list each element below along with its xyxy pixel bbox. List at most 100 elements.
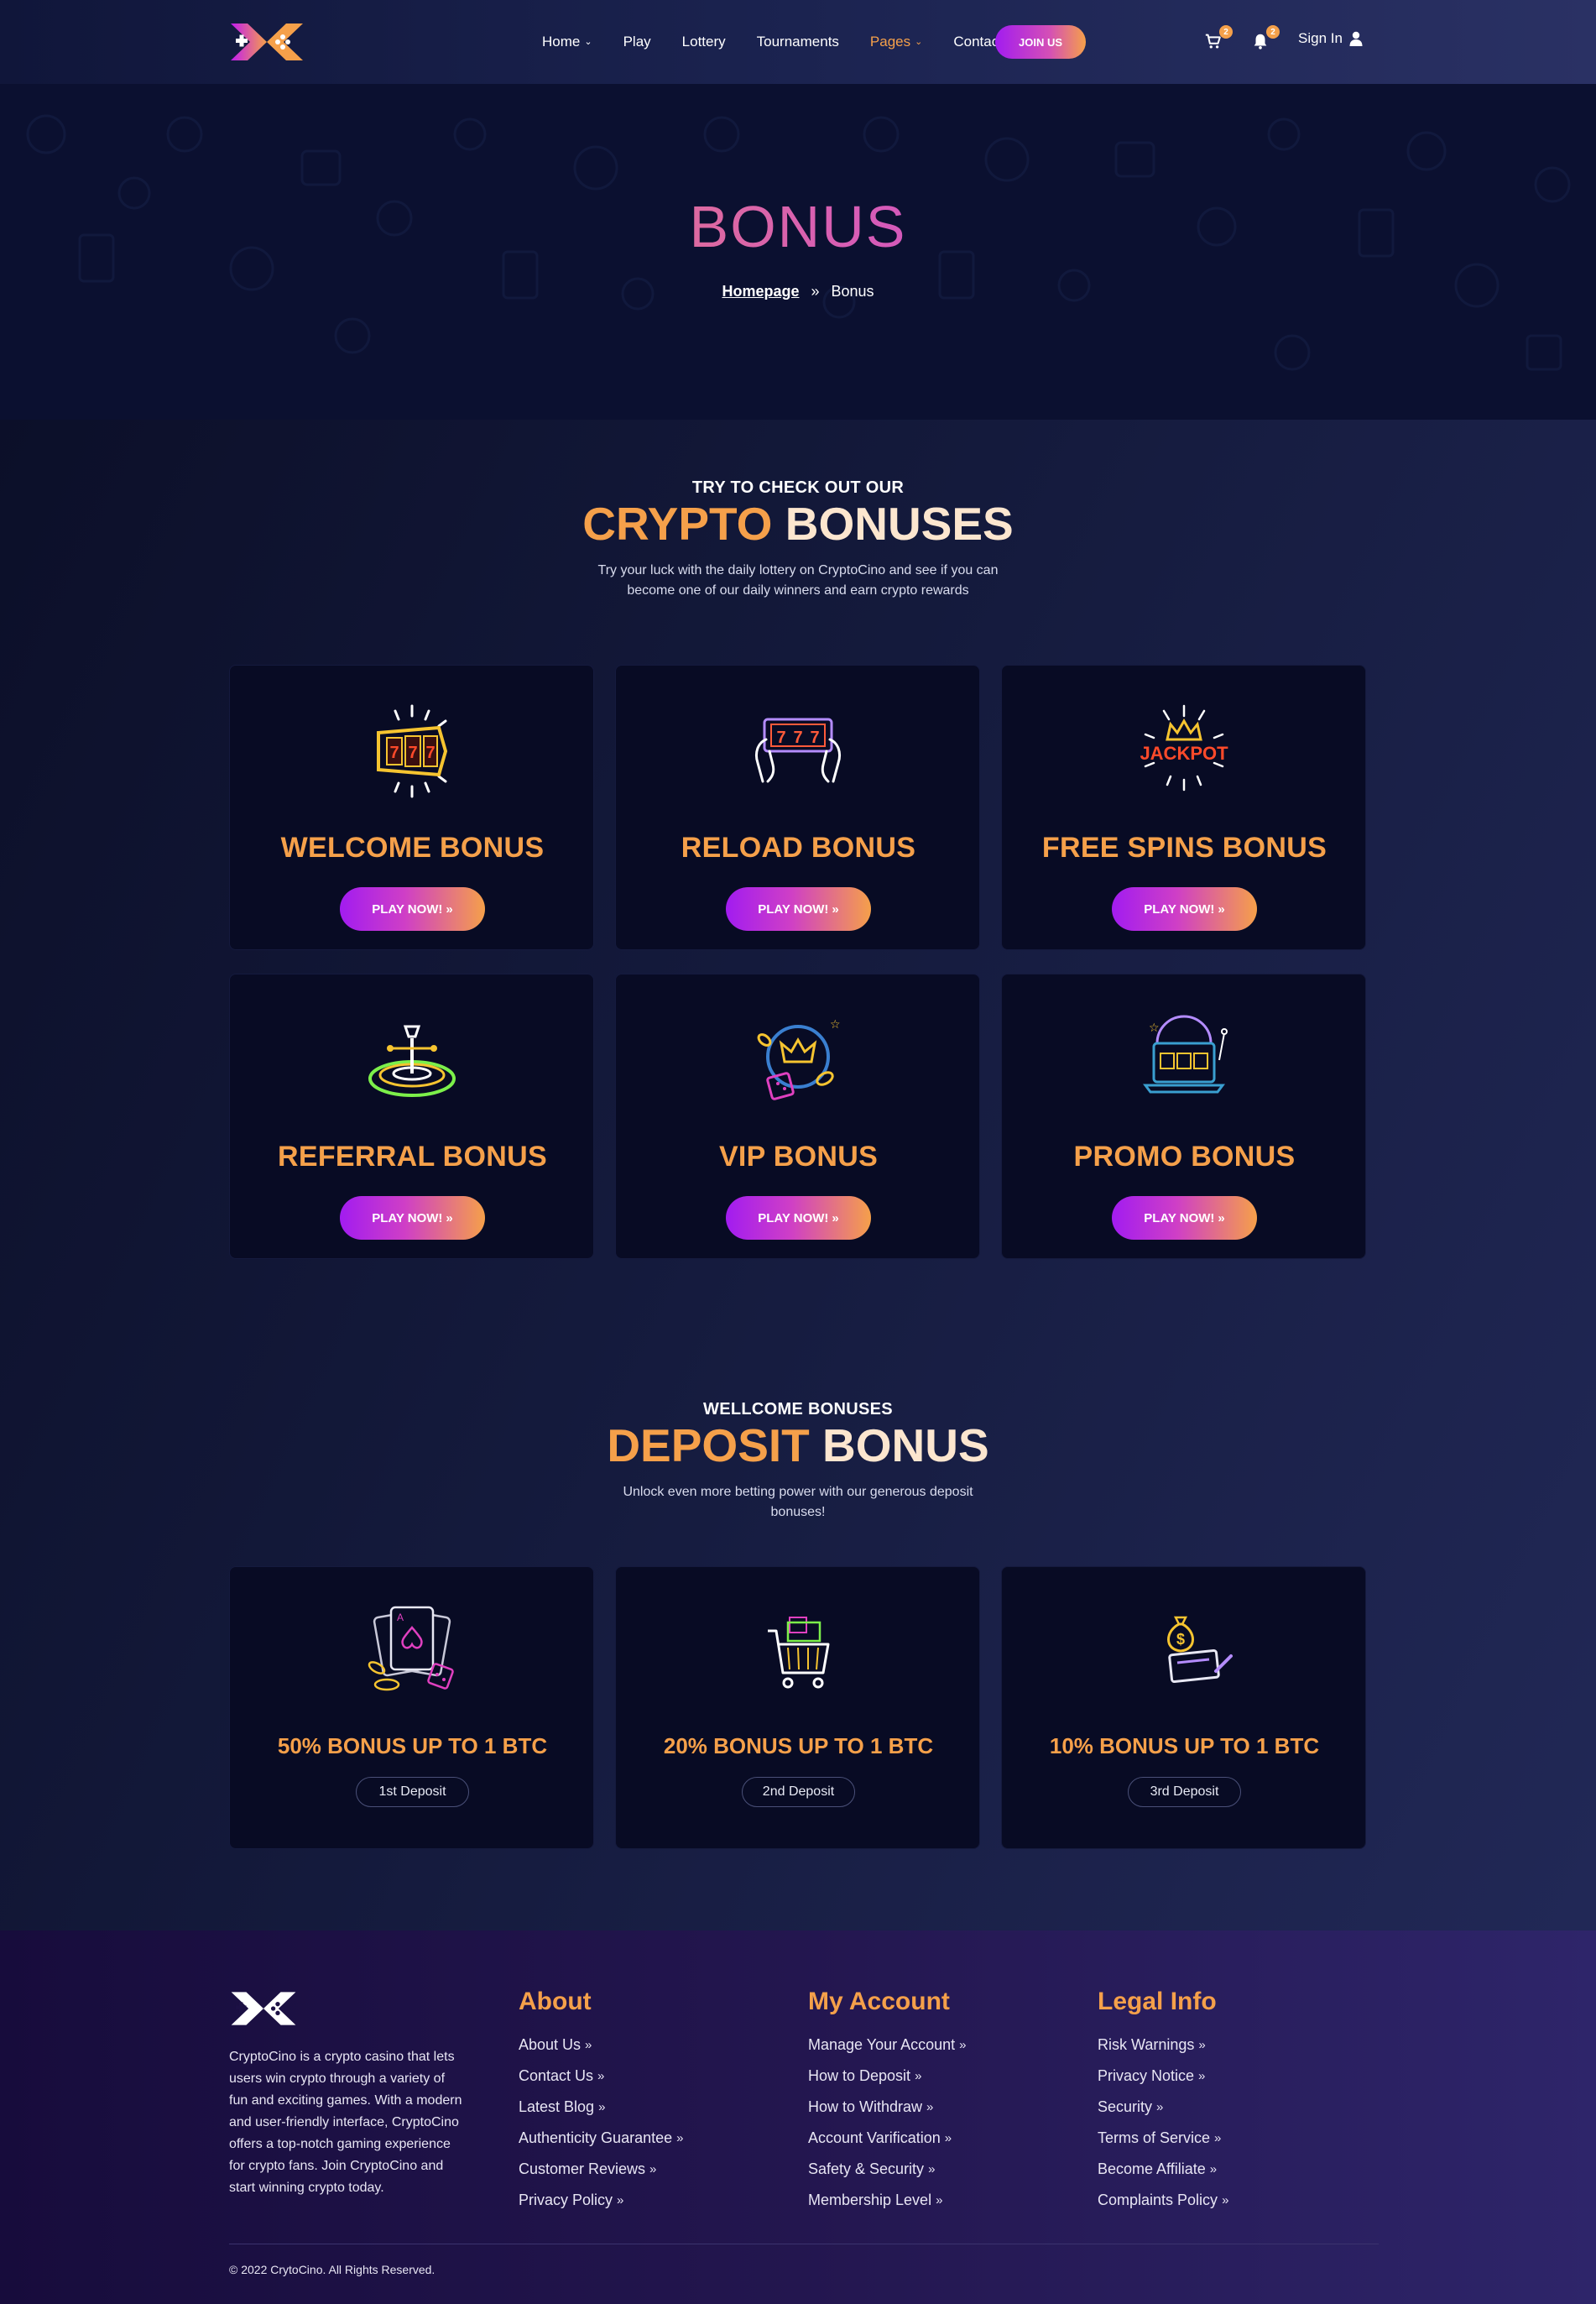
footer-link[interactable]: Become Affiliate» bbox=[1098, 2154, 1228, 2185]
deposit-card-3: $ 10% BONUS UP TO 1 BTC 3rd Deposit bbox=[1001, 1566, 1366, 1849]
play-now-button[interactable]: PLAY NOW!» bbox=[1112, 887, 1257, 931]
laptop-slot-icon: ☆ bbox=[1143, 1015, 1228, 1094]
footer-column-my-account: My Account Manage Your Account» How to D… bbox=[808, 1988, 966, 2216]
bonus-card-title: FREE SPINS BONUS bbox=[1041, 832, 1327, 864]
crypto-section-title: CRYPTO BONUSES bbox=[582, 498, 1014, 550]
mobile-slot-icon: 7 7 7 bbox=[754, 718, 842, 783]
site-header: Home ⌄ Play Lottery Tournaments Pages ⌄ Co… bbox=[0, 0, 1596, 84]
footer-link[interactable]: Manage Your Account» bbox=[808, 2030, 966, 2061]
footer-column-title: Legal Info bbox=[1098, 1988, 1217, 2015]
notification-count-badge: 2 bbox=[1266, 25, 1280, 39]
double-chevron-right-icon: » bbox=[936, 2193, 943, 2207]
footer-link[interactable]: About Us» bbox=[519, 2030, 683, 2061]
double-chevron-right-icon: » bbox=[446, 1210, 453, 1225]
nav-item-pages[interactable]: Pages ⌄ bbox=[870, 34, 922, 50]
footer-link[interactable]: Complaints Policy» bbox=[1098, 2185, 1228, 2216]
deposit-pill: 2nd Deposit bbox=[742, 1777, 855, 1807]
double-chevron-right-icon: » bbox=[1218, 901, 1225, 917]
footer-link[interactable]: Latest Blog» bbox=[519, 2092, 683, 2123]
footer-link[interactable]: Customer Reviews» bbox=[519, 2154, 683, 2185]
svg-text:☆: ☆ bbox=[1149, 1021, 1160, 1035]
footer-link[interactable]: Privacy Notice» bbox=[1098, 2061, 1228, 2092]
bonus-card-welcome: 7 7 7 WELCOME BONUS PLAY NOW!» bbox=[229, 665, 594, 950]
deposit-card-2: 20% BONUS UP TO 1 BTC 2nd Deposit bbox=[615, 1566, 980, 1849]
page-hero: BONUS Homepage » Bonus bbox=[0, 84, 1596, 420]
footer-link[interactable]: Membership Level» bbox=[808, 2185, 966, 2216]
footer-link[interactable]: Authenticity Guarantee» bbox=[519, 2123, 683, 2154]
footer-link[interactable]: Privacy Policy» bbox=[519, 2185, 683, 2216]
breadcrumb-current: Bonus bbox=[831, 283, 874, 300]
double-chevron-right-icon: » bbox=[617, 2193, 624, 2207]
svg-text:JACKPOT: JACKPOT bbox=[1140, 743, 1228, 764]
shopping-cart-icon bbox=[768, 1617, 830, 1689]
svg-text:7: 7 bbox=[793, 729, 802, 747]
double-chevron-right-icon: » bbox=[676, 2131, 684, 2145]
cart-count-badge: 2 bbox=[1219, 25, 1233, 39]
double-chevron-right-icon: » bbox=[1198, 2069, 1206, 2083]
svg-text:7: 7 bbox=[408, 744, 417, 762]
deposit-pill: 3rd Deposit bbox=[1128, 1777, 1241, 1807]
nav-item-lottery[interactable]: Lottery bbox=[682, 34, 726, 50]
deposit-section-title: DEPOSIT BONUS bbox=[607, 1419, 989, 1471]
deposit-pill: 1st Deposit bbox=[356, 1777, 469, 1807]
double-chevron-right-icon: » bbox=[1218, 1210, 1225, 1225]
footer-link[interactable]: Security» bbox=[1098, 2092, 1228, 2123]
footer-column-title: My Account bbox=[808, 1988, 950, 2015]
svg-text:A: A bbox=[397, 1612, 404, 1623]
breadcrumb-home-link[interactable]: Homepage bbox=[722, 283, 799, 300]
bonus-card-reload: 7 7 7 RELOAD BONUS PLAY NOW!» bbox=[615, 665, 980, 950]
footer-link[interactable]: How to Withdraw» bbox=[808, 2092, 966, 2123]
footer-link[interactable]: How to Deposit» bbox=[808, 2061, 966, 2092]
bonus-card-title: RELOAD BONUS bbox=[681, 832, 916, 864]
deposit-card-title: 50% BONUS UP TO 1 BTC bbox=[277, 1733, 548, 1758]
nav-item-tournaments[interactable]: Tournaments bbox=[757, 34, 839, 50]
crypto-section-description: Try your luck with the daily lottery on … bbox=[597, 563, 999, 598]
join-us-button[interactable]: JOIN US bbox=[995, 25, 1086, 59]
play-now-button[interactable]: PLAY NOW!» bbox=[726, 887, 871, 931]
footer-about-text: CryptoCino is a crypto casino that lets … bbox=[229, 2050, 462, 2195]
footer-column-legal-info: Legal Info Risk Warnings» Privacy Notice… bbox=[1098, 1988, 1228, 2216]
footer-link[interactable]: Safety & Security» bbox=[808, 2154, 966, 2185]
nav-item-play[interactable]: Play bbox=[623, 34, 651, 50]
footer-column-about: About About Us» Contact Us» Latest Blog»… bbox=[519, 1988, 683, 2216]
site-footer: CryptoCino is a crypto casino that lets … bbox=[0, 1930, 1596, 2304]
vip-crown-icon: ☆ bbox=[757, 1018, 841, 1100]
crypto-section-kicker: TRY TO CHECK OUT OUR bbox=[691, 478, 905, 497]
play-now-button[interactable]: PLAY NOW!» bbox=[726, 1196, 871, 1240]
notification-button[interactable]: 2 bbox=[1251, 25, 1280, 52]
double-chevron-right-icon: » bbox=[832, 1210, 839, 1225]
deposit-card-1: A 50% BONUS UP TO 1 BTC 1st Deposit bbox=[229, 1566, 594, 1849]
svg-text:☆: ☆ bbox=[830, 1018, 841, 1032]
play-now-button[interactable]: PLAY NOW!» bbox=[340, 1196, 485, 1240]
cart-button[interactable]: 2 bbox=[1204, 25, 1233, 52]
bonus-card-referral: REFERRAL BONUS PLAY NOW!» bbox=[229, 974, 594, 1259]
double-chevron-right-icon: » bbox=[926, 2100, 934, 2114]
bonus-card-promo: ☆ PROMO BONUS PLAY NOW!» bbox=[1001, 974, 1366, 1259]
nav-item-home[interactable]: Home ⌄ bbox=[542, 34, 592, 50]
sign-in-link[interactable]: Sign In bbox=[1298, 30, 1363, 47]
double-chevron-right-icon: » bbox=[1214, 2131, 1222, 2145]
page-title: BONUS bbox=[0, 193, 1596, 260]
bonus-card-title: PROMO BONUS bbox=[1073, 1141, 1296, 1173]
cards-dice-icon: A bbox=[368, 1606, 454, 1691]
footer-link[interactable]: Contact Us» bbox=[519, 2061, 683, 2092]
bonus-card-vip: ☆ VIP BONUS PLAY NOW!» bbox=[615, 974, 980, 1259]
money-bag-icon: $ bbox=[1167, 1616, 1233, 1684]
site-logo[interactable] bbox=[229, 18, 305, 65]
double-chevron-right-icon: » bbox=[1209, 2162, 1218, 2176]
footer-link[interactable]: Terms of Service» bbox=[1098, 2123, 1228, 2154]
footer-link[interactable]: Account Varification» bbox=[808, 2123, 966, 2154]
chevron-down-icon: ⌄ bbox=[584, 36, 592, 47]
footer-link[interactable]: Risk Warnings» bbox=[1098, 2030, 1228, 2061]
play-now-button[interactable]: PLAY NOW!» bbox=[1112, 1196, 1257, 1240]
footer-logo[interactable] bbox=[229, 1988, 298, 2030]
double-chevron-right-icon: » bbox=[597, 2069, 605, 2083]
double-chevron-right-icon: » bbox=[446, 901, 453, 917]
double-chevron-right-icon: » bbox=[959, 2038, 967, 2052]
bonus-card-title: VIP BONUS bbox=[718, 1141, 879, 1173]
double-chevron-right-icon: » bbox=[585, 2038, 592, 2052]
deposit-card-title: 10% BONUS UP TO 1 BTC bbox=[1049, 1733, 1320, 1758]
double-chevron-right-icon: » bbox=[1156, 2100, 1164, 2114]
roulette-icon bbox=[368, 1025, 456, 1097]
play-now-button[interactable]: PLAY NOW!» bbox=[340, 887, 485, 931]
